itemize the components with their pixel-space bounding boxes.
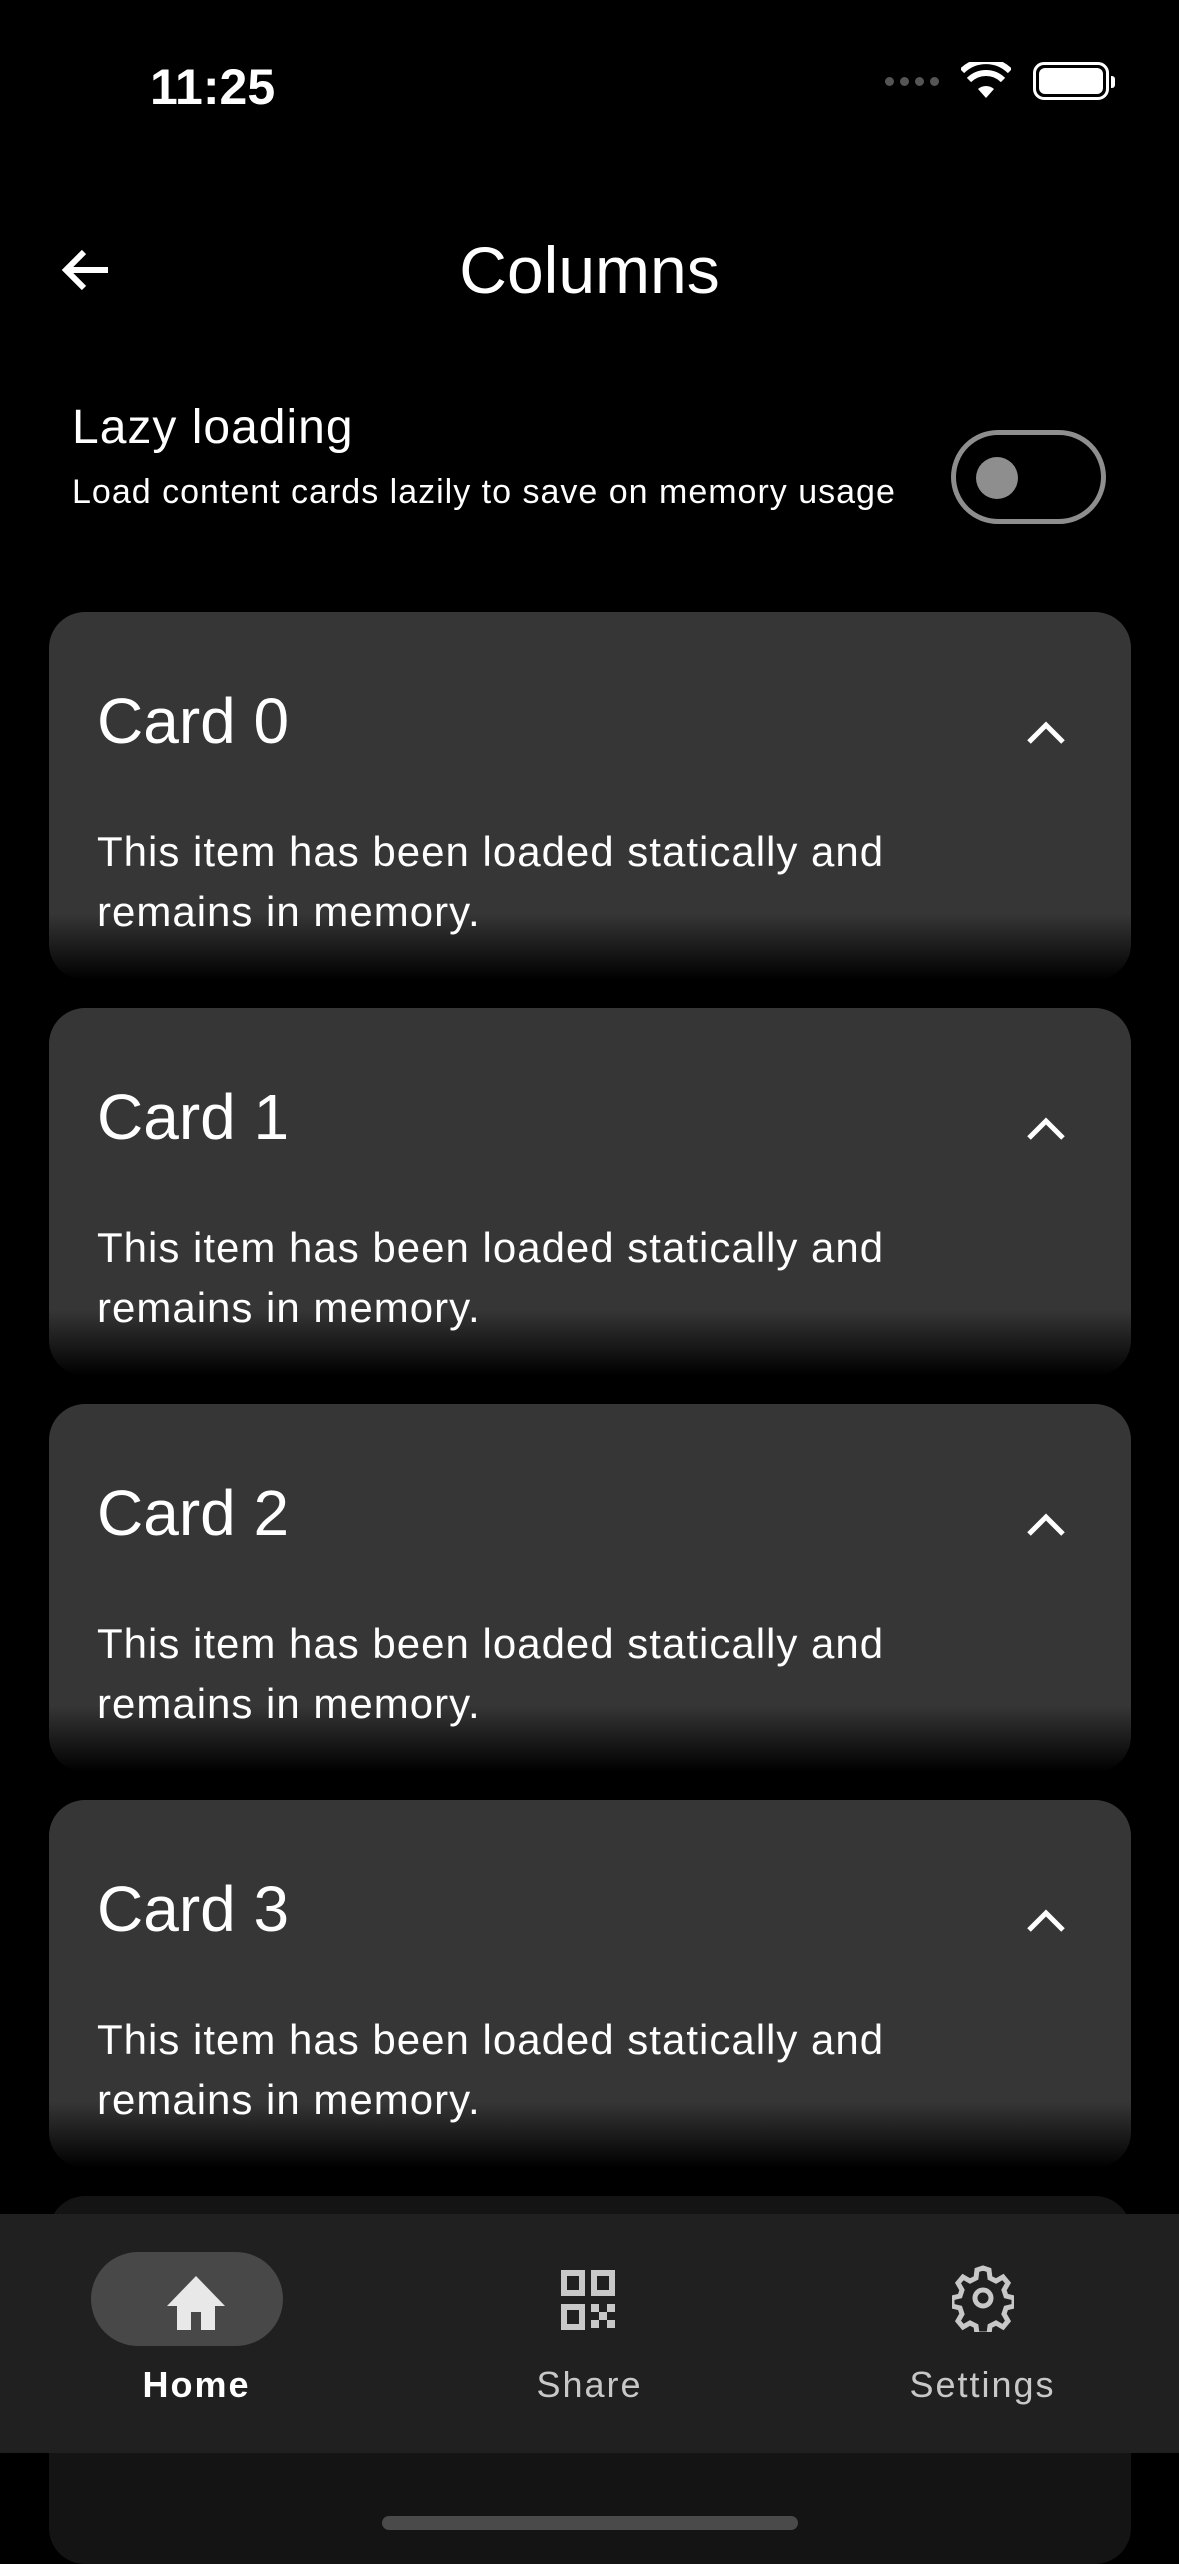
card-title: Card 2	[97, 1477, 290, 1549]
nav-item-share[interactable]: Share	[393, 2214, 786, 2453]
card-body: This item has been loaded statically and…	[97, 2016, 885, 2123]
card-body: This item has been loaded statically and…	[97, 1620, 885, 1727]
lazy-loading-toggle[interactable]	[951, 430, 1106, 524]
lazy-loading-description: Load content cards lazily to save on mem…	[72, 473, 896, 511]
status-time: 11:25	[150, 59, 276, 115]
qr-code-icon	[561, 2270, 615, 2330]
card[interactable]: Card 2 This item has been loaded statica…	[49, 1404, 1131, 1772]
nav-label: Settings	[909, 2364, 1056, 2405]
card-title: Card 1	[97, 1081, 290, 1153]
toggle-thumb	[976, 457, 1018, 499]
status-icons	[885, 62, 1115, 100]
chevron-up-icon[interactable]	[1021, 1108, 1071, 1148]
home-icon	[167, 2276, 225, 2330]
wifi-icon	[961, 62, 1011, 98]
signal-icon	[885, 76, 939, 86]
gear-icon	[952, 2265, 1014, 2332]
card-title: Card 0	[97, 685, 290, 757]
home-indicator	[382, 2516, 798, 2530]
card[interactable]: Card 3 This item has been loaded statica…	[49, 1800, 1131, 2168]
card-body: This item has been loaded statically and…	[97, 1224, 885, 1331]
card-title: Card 3	[97, 1873, 290, 1945]
chevron-up-icon[interactable]	[1021, 1900, 1071, 1940]
card[interactable]: Card 0 This item has been loaded statica…	[49, 612, 1131, 980]
nav-item-home[interactable]: Home	[0, 2214, 393, 2453]
card-body: This item has been loaded statically and…	[97, 828, 885, 935]
nav-item-settings[interactable]: Settings	[786, 2214, 1179, 2453]
page-title: Columns	[459, 233, 720, 307]
battery-icon	[1033, 62, 1115, 100]
bottom-nav: Home Share Settings	[0, 2214, 1179, 2453]
nav-label: Share	[536, 2364, 643, 2405]
card[interactable]: Card 1 This item has been loaded statica…	[49, 1008, 1131, 1376]
lazy-loading-label: Lazy loading	[72, 401, 354, 454]
nav-label: Home	[142, 2364, 251, 2405]
chevron-up-icon[interactable]	[1021, 712, 1071, 752]
chevron-up-icon[interactable]	[1021, 1504, 1071, 1544]
